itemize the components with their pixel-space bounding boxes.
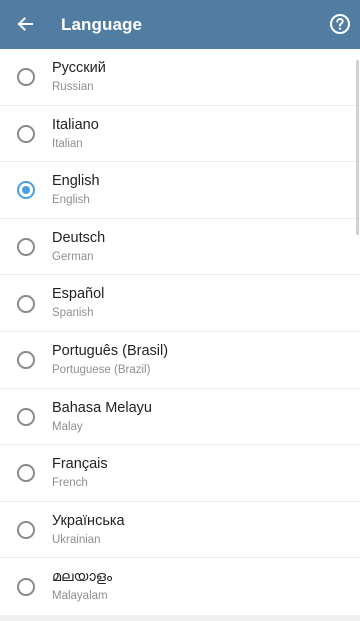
bottom-edge	[0, 615, 360, 621]
language-name: Français	[52, 456, 108, 473]
radio-button[interactable]	[17, 407, 35, 426]
language-name: Español	[52, 286, 105, 303]
language-option-italian[interactable]: Italiano Italian	[0, 105, 360, 163]
arrow-left-icon	[17, 17, 33, 31]
language-english-name: Portuguese (Brazil)	[52, 363, 151, 376]
language-name: Português (Brasil)	[52, 342, 169, 359]
language-english-name: Spanish	[52, 307, 94, 320]
language-option-malayalam[interactable]: മലയാളം Malayalam	[0, 558, 360, 615]
language-name: മലയാളം	[52, 569, 113, 586]
app-bar: Language	[0, 0, 360, 49]
language-option-russian[interactable]: Русский Russian	[0, 49, 360, 106]
back-button[interactable]	[10, 9, 40, 39]
radio-button[interactable]	[17, 464, 35, 483]
radio-button[interactable]	[17, 238, 35, 257]
radio-button[interactable]	[17, 351, 35, 370]
language-name: English	[52, 173, 100, 190]
language-name: Українська	[52, 512, 125, 529]
radio-button[interactable]	[17, 577, 35, 596]
help-button[interactable]	[327, 11, 353, 37]
help-circle-icon	[330, 14, 350, 34]
language-english-name: Italian	[52, 137, 83, 150]
language-english-name: Ukrainian	[52, 533, 101, 546]
scrollbar[interactable]	[356, 60, 359, 235]
language-list: Русский Russian Italiano Italian English Engl…	[0, 49, 360, 615]
language-english-name: English	[52, 194, 90, 207]
language-option-french[interactable]: Français French	[0, 445, 360, 502]
language-name: Русский	[52, 60, 106, 76]
page-title: Language	[61, 15, 143, 34]
language-option-ukrainian[interactable]: Українська Ukrainian	[0, 501, 360, 559]
language-name: Italiano	[52, 116, 99, 133]
language-english-name: French	[52, 477, 88, 490]
radio-button[interactable]	[17, 181, 35, 200]
language-option-portuguese-brazil[interactable]: Português (Brasil) Portuguese (Brazil)	[0, 331, 360, 389]
language-option-spanish[interactable]: Español Spanish	[0, 275, 360, 332]
language-english-name: Malayalam	[52, 590, 108, 603]
radio-button[interactable]	[17, 294, 35, 313]
language-option-german[interactable]: Deutsch German	[0, 218, 360, 276]
language-english-name: Malay	[52, 420, 83, 433]
language-name: Deutsch	[52, 229, 106, 246]
radio-button[interactable]	[17, 521, 35, 540]
language-option-malay[interactable]: Bahasa Melayu Malay	[0, 388, 360, 446]
language-english-name: Russian	[52, 81, 94, 93]
language-name: Bahasa Melayu	[52, 399, 152, 416]
language-option-english[interactable]: English English	[0, 162, 360, 219]
radio-button[interactable]	[17, 124, 35, 143]
radio-button[interactable]	[17, 68, 35, 87]
language-english-name: German	[52, 250, 94, 263]
